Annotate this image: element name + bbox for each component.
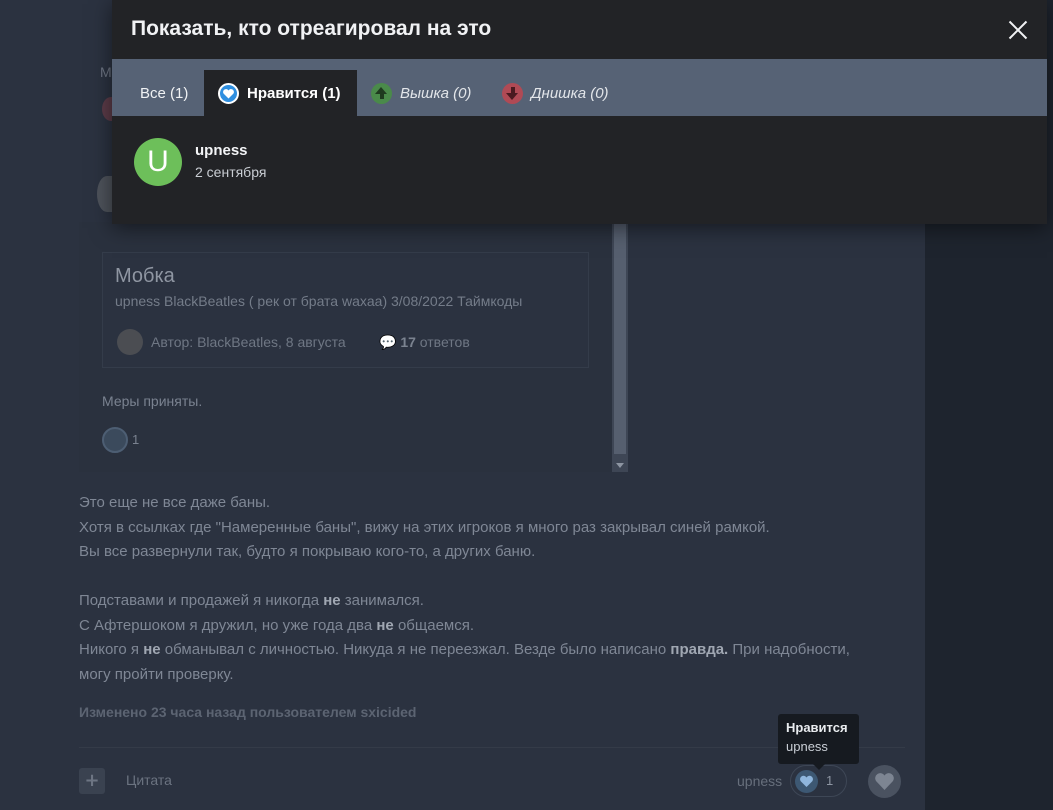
topic-replies: 💬 17 ответов [379,334,470,351]
modal-header: Показать, кто отреагировал на это [112,0,1047,59]
quote-text: Меры приняты. [102,393,203,409]
avatar[interactable]: U [134,138,182,186]
quote-button[interactable]: Цитата [126,772,172,788]
scrollbar-thumb[interactable] [614,222,626,454]
tooltip-user: upness [786,739,828,754]
topic-author-avatar[interactable] [117,329,143,355]
tab-label: Днишка [531,84,587,102]
post-line: Никого я не обманывал с личностью. Никуд… [79,641,850,658]
modal-title: Показать, кто отреагировал на это [131,17,492,40]
reactions-modal: Показать, кто отреагировал на это Все (1… [112,0,1047,224]
edited-note: Изменено 23 часа назад пользователем sxi… [79,704,417,720]
quote-heart-icon[interactable] [102,427,128,453]
tab-count: (0) [590,84,609,102]
post-body: Это еще не все даже баны. Хотя в ссылках… [79,491,899,687]
post-line: С Афтершоком я дружил, но уже года два н… [79,616,475,634]
topic-subtitle: upness BlackBeatles ( рек от брата waxaa… [115,293,523,309]
tab-upvote[interactable]: Вышка (0) [355,70,487,116]
quote-reaction-count: 1 [132,432,140,447]
reaction-count: 1 [826,773,834,788]
replies-count: 17 [400,334,416,350]
tab-like[interactable]: Нравится (1) [204,70,357,116]
reaction-tooltip: Нравится upness [778,714,859,770]
tab-label: Все [140,84,166,102]
multiquote-button[interactable]: + [79,768,105,794]
react-button[interactable] [868,765,901,798]
topic-title[interactable]: Мобка [115,265,175,288]
topic-author: Автор: BlackBeatles, 8 августа [151,334,346,350]
tooltip-title: Нравится [786,720,848,735]
topic-card[interactable]: Мобка upness BlackBeatles ( рек от брата… [102,252,589,368]
tab-label: Нравится [247,84,319,102]
reaction-date: 2 сентября [195,164,267,180]
close-icon[interactable] [1007,19,1029,41]
heart-icon [795,770,818,793]
tab-count: (0) [453,84,472,102]
replies-label: ответов [415,334,470,350]
tab-downvote[interactable]: Днишка (0) [486,70,625,116]
post-line: Вы все развернули так, будто я покрываю … [79,543,536,560]
arrow-down-icon [502,82,523,104]
heart-icon [218,82,239,104]
reactor-username[interactable]: upness [195,142,248,159]
heart-icon [875,773,894,790]
tab-count: (1) [170,84,189,102]
scroll-down-icon[interactable] [616,463,624,468]
comment-icon: 💬 [379,334,397,350]
tab-count: (1) [322,84,341,102]
reaction-tabs: Все (1) Нравится (1) Вышка (0) Днишка (0… [112,59,1047,116]
tab-label: Вышка [400,84,449,102]
post-line: Хотя в ссылках где "Намеренные баны", ви… [79,518,770,536]
side-letter: М [100,64,112,80]
tab-all[interactable]: Все (1) [124,70,204,116]
quote-scrollbar[interactable] [612,222,628,472]
post-line: Подставами и продажей я никогда не заним… [79,592,424,609]
post-line: Это еще не все даже баны. [79,494,271,511]
reactor-name[interactable]: upness [737,773,782,789]
post-line: могу пройти проверку. [79,665,234,683]
arrow-up-icon [371,82,392,104]
